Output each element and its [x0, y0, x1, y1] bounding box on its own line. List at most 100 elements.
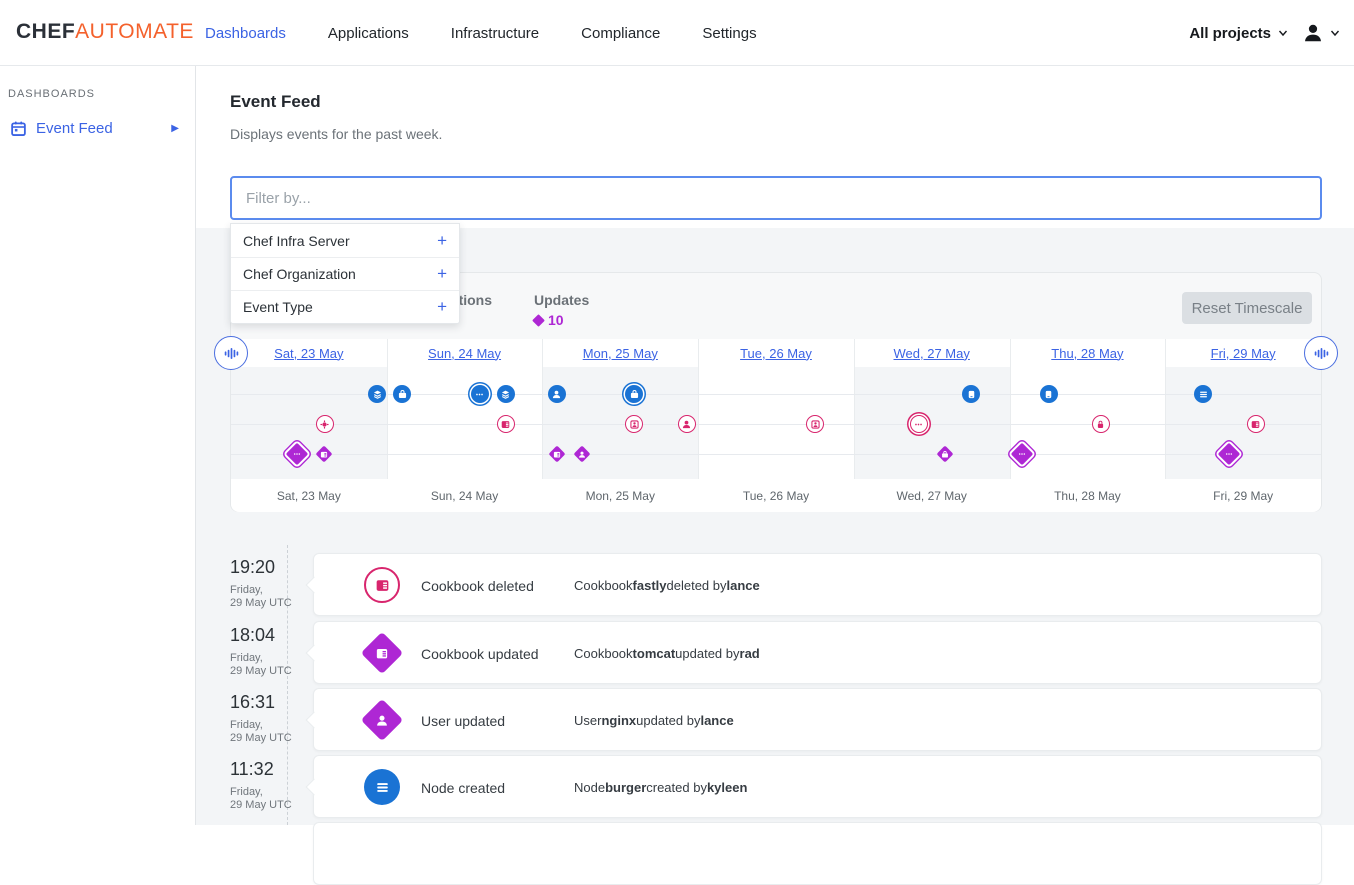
timeline-day-header: Fri, 29 May: [1165, 339, 1321, 367]
updates-event-marker-ellipsis-icon[interactable]: [1011, 443, 1034, 466]
user-menu[interactable]: [1302, 22, 1340, 44]
event-description-text: User: [574, 713, 601, 728]
event-timestamp: 19:20 Friday,29 May UTC: [230, 557, 310, 610]
column-divider: [698, 339, 699, 479]
plus-icon[interactable]: +: [437, 264, 447, 284]
event-time: 16:31: [230, 692, 310, 713]
logo-automate-text: AUTOMATE: [75, 20, 194, 43]
chef-automate-logo: CHEFAUTOMATE: [16, 20, 194, 44]
event-description: Cookbook fastly deleted by lance: [574, 554, 760, 617]
event-entity-name: fastly: [633, 578, 667, 593]
filter-category-label: Chef Infra Server: [243, 233, 350, 249]
app-root: CHEFAUTOMATE Dashboards Applications Infra…: [0, 0, 1354, 825]
user-avatar-icon: [1302, 22, 1324, 44]
timeline-day-footer-label: Sun, 24 May: [387, 479, 543, 512]
page-subtitle: Displays events for the past week.: [230, 126, 442, 142]
nav-item-settings[interactable]: Settings: [702, 25, 756, 42]
column-divider: [1165, 339, 1166, 479]
sidebar-item-event-feed[interactable]: Event Feed ▶: [0, 114, 195, 142]
deletions-event-marker-badge-icon[interactable]: [806, 415, 824, 433]
deletions-event-marker-book-icon[interactable]: [1247, 415, 1265, 433]
equalizer-icon: [1312, 345, 1331, 362]
nav-item-applications[interactable]: Applications: [328, 25, 409, 42]
timeline-day-link[interactable]: Tue, 26 May: [740, 346, 812, 361]
event-entity-name: tomcat: [633, 646, 676, 661]
timeline-day-link[interactable]: Thu, 28 May: [1051, 346, 1123, 361]
timeline-column-tint: [231, 367, 387, 479]
nav-item-compliance[interactable]: Compliance: [581, 25, 660, 42]
event-date: Friday,29 May UTC: [230, 652, 310, 678]
timeline-day-footer-label: Tue, 26 May: [698, 479, 854, 512]
timeline-day-header: Thu, 28 May: [1010, 339, 1166, 367]
event-description-text: updated by: [636, 713, 700, 728]
event-entity-name: nginx: [601, 713, 636, 728]
list-created-icon: [364, 769, 400, 805]
creations-event-marker-bag-icon[interactable]: [393, 385, 411, 403]
timeline-day-header: Tue, 26 May: [698, 339, 854, 367]
book-deleted-icon: [364, 567, 400, 603]
nav-item-dashboards[interactable]: Dashboards: [205, 25, 286, 42]
timeline-table: Sat, 23 MaySat, 23 MaySun, 24 MaySun, 24…: [231, 339, 1321, 512]
event-description-text: Cookbook: [574, 646, 633, 661]
event-card[interactable]: Node created Node burger created by kylee…: [313, 755, 1322, 818]
reset-timescale-button[interactable]: Reset Timescale: [1182, 292, 1312, 324]
plus-icon[interactable]: +: [437, 297, 447, 317]
event-description-text: Cookbook: [574, 578, 633, 593]
projects-filter-dropdown[interactable]: All projects: [1189, 25, 1288, 42]
event-description-text: updated by: [675, 646, 739, 661]
deletions-event-marker-lock-icon[interactable]: [1092, 415, 1110, 433]
timeline-day-header: Sat, 23 May: [231, 339, 387, 367]
event-timestamp: 18:04Friday,29 May UTC: [230, 625, 310, 678]
creations-event-marker-layers-icon[interactable]: [368, 385, 386, 403]
creations-event-marker-ellipsis-icon[interactable]: [471, 385, 489, 403]
timeline-day-footer-label: Wed, 27 May: [854, 479, 1010, 512]
deletions-event-marker-book-icon[interactable]: [497, 415, 515, 433]
event-entity-name: lance: [700, 713, 733, 728]
deletions-event-marker-person-icon[interactable]: [678, 415, 696, 433]
deletions-event-marker-cog-icon[interactable]: [316, 415, 334, 433]
event-description-text: deleted by: [667, 578, 727, 593]
filter-category-event-type[interactable]: Event Type +: [231, 290, 459, 323]
event-time: 11:32: [230, 759, 310, 780]
creations-event-marker-layers-icon[interactable]: [497, 385, 515, 403]
timeline-day-link[interactable]: Fri, 29 May: [1211, 346, 1276, 361]
timeline-day-link[interactable]: Sat, 23 May: [274, 346, 343, 361]
chevron-down-icon: [1330, 28, 1340, 38]
sidebar: DASHBOARDS Event Feed ▶: [0, 66, 196, 825]
timeline-day-link[interactable]: Mon, 25 May: [583, 346, 658, 361]
event-type-label: Node created: [421, 756, 505, 819]
timeline-day-link[interactable]: Wed, 27 May: [894, 346, 970, 361]
plus-icon[interactable]: +: [437, 231, 447, 251]
sidebar-section-heading: DASHBOARDS: [8, 88, 195, 100]
creations-event-marker-person-icon[interactable]: [548, 385, 566, 403]
timescale-left-handle[interactable]: [214, 336, 248, 370]
event-card[interactable]: Cookbook updatedCookbook tomcat updated …: [313, 621, 1322, 684]
timeline-day-footer-label: Sat, 23 May: [231, 479, 387, 512]
creations-event-marker-profile-icon[interactable]: [962, 385, 980, 403]
event-timestamp: 16:31Friday,29 May UTC: [230, 692, 310, 745]
filter-category-chef-organization[interactable]: Chef Organization+: [231, 257, 459, 290]
timeline-day-link[interactable]: Sun, 24 May: [428, 346, 501, 361]
event-description: Node burger created by kyleen: [574, 756, 747, 819]
event-entity-name: burger: [605, 780, 646, 795]
creations-event-marker-profile-icon[interactable]: [1040, 385, 1058, 403]
timeline-day-footer-label: Thu, 28 May: [1010, 479, 1166, 512]
legend-updates-count: 10: [534, 312, 564, 328]
filter-input[interactable]: [230, 176, 1322, 220]
event-card[interactable]: Cookbook deletedCookbook fastly deleted …: [313, 553, 1322, 616]
event-card[interactable]: User updated User nginx updated by lance: [313, 688, 1322, 751]
event-entity-name: lance: [727, 578, 760, 593]
topbar-right: All projects: [1189, 0, 1340, 66]
expand-arrow-icon[interactable]: ▶: [171, 123, 179, 134]
event-date: Friday,29 May UTC: [230, 584, 310, 610]
event-description-text: created by: [646, 780, 707, 795]
filter-category-chef-infra-server[interactable]: Chef Infra Server +: [231, 224, 459, 257]
event-type-label: User updated: [421, 689, 505, 752]
event-time: 19:20: [230, 557, 310, 578]
timescale-right-handle[interactable]: [1304, 336, 1338, 370]
nav-item-infrastructure[interactable]: Infrastructure: [451, 25, 539, 42]
deletions-event-marker-ellipsis-icon[interactable]: [910, 415, 928, 433]
legend-updates-label: Updates: [534, 292, 589, 308]
event-card-partial[interactable]: [313, 822, 1322, 885]
filter-category-label: Event Type: [243, 299, 313, 315]
